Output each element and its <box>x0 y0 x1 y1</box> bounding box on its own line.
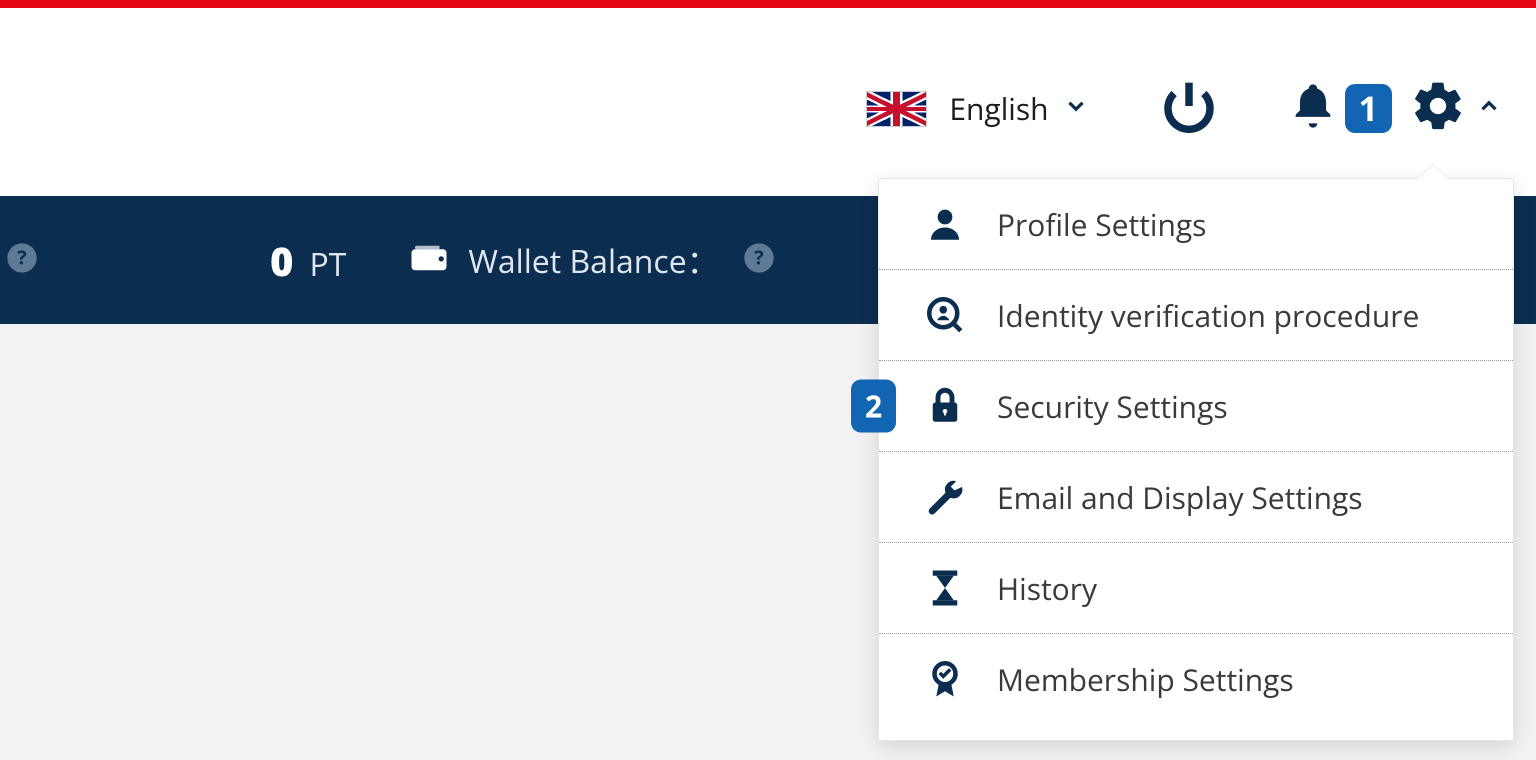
menu-item-security[interactable]: 2 Security Settings <box>879 361 1513 452</box>
svg-text:?: ? <box>754 243 764 270</box>
menu-label: Security Settings <box>997 386 1228 427</box>
wallet-display: Wallet Balance： ? <box>408 237 774 284</box>
lock-icon <box>919 385 971 427</box>
menu-label: Identity verification procedure <box>997 295 1419 336</box>
menu-item-history[interactable]: History <box>879 543 1513 634</box>
help-icon[interactable]: ? <box>6 242 38 279</box>
award-icon <box>919 658 971 700</box>
settings-dropdown: Profile Settings Identity verification p… <box>878 178 1514 741</box>
menu-item-identity[interactable]: Identity verification procedure <box>879 270 1513 361</box>
help-icon[interactable]: ? <box>743 242 775 279</box>
points-unit: PT <box>309 243 346 286</box>
chevron-down-icon <box>1063 93 1089 124</box>
menu-label: History <box>997 568 1097 609</box>
points-display: 0 PT <box>270 233 346 288</box>
notification-badge: 1 <box>1345 84 1392 133</box>
top-red-bar <box>0 0 1536 8</box>
wallet-label: Wallet Balance： <box>468 237 718 283</box>
menu-item-profile[interactable]: Profile Settings <box>879 179 1513 270</box>
chevron-up-icon <box>1476 93 1502 124</box>
hourglass-icon <box>919 567 971 609</box>
uk-flag-icon <box>866 91 927 127</box>
security-badge: 2 <box>851 380 896 433</box>
user-icon <box>919 203 971 245</box>
top-header: English 1 <box>0 8 1536 196</box>
language-label: English <box>949 88 1048 129</box>
notifications[interactable]: 1 <box>1287 80 1392 137</box>
search-user-icon <box>919 294 971 336</box>
menu-label: Membership Settings <box>997 659 1294 700</box>
settings-toggle[interactable] <box>1410 78 1502 139</box>
power-icon[interactable] <box>1161 78 1217 139</box>
menu-label: Profile Settings <box>997 204 1206 245</box>
svg-text:?: ? <box>17 243 27 270</box>
language-selector[interactable]: English <box>866 88 1088 129</box>
gear-icon <box>1410 78 1466 139</box>
points-value: 0 <box>270 233 293 288</box>
menu-label: Email and Display Settings <box>997 477 1363 518</box>
wrench-icon <box>919 476 971 518</box>
menu-item-membership[interactable]: Membership Settings <box>879 634 1513 724</box>
bell-icon <box>1287 80 1339 137</box>
menu-item-email-display[interactable]: Email and Display Settings <box>879 452 1513 543</box>
header-controls: English 1 <box>866 78 1502 139</box>
wallet-icon <box>408 237 450 284</box>
